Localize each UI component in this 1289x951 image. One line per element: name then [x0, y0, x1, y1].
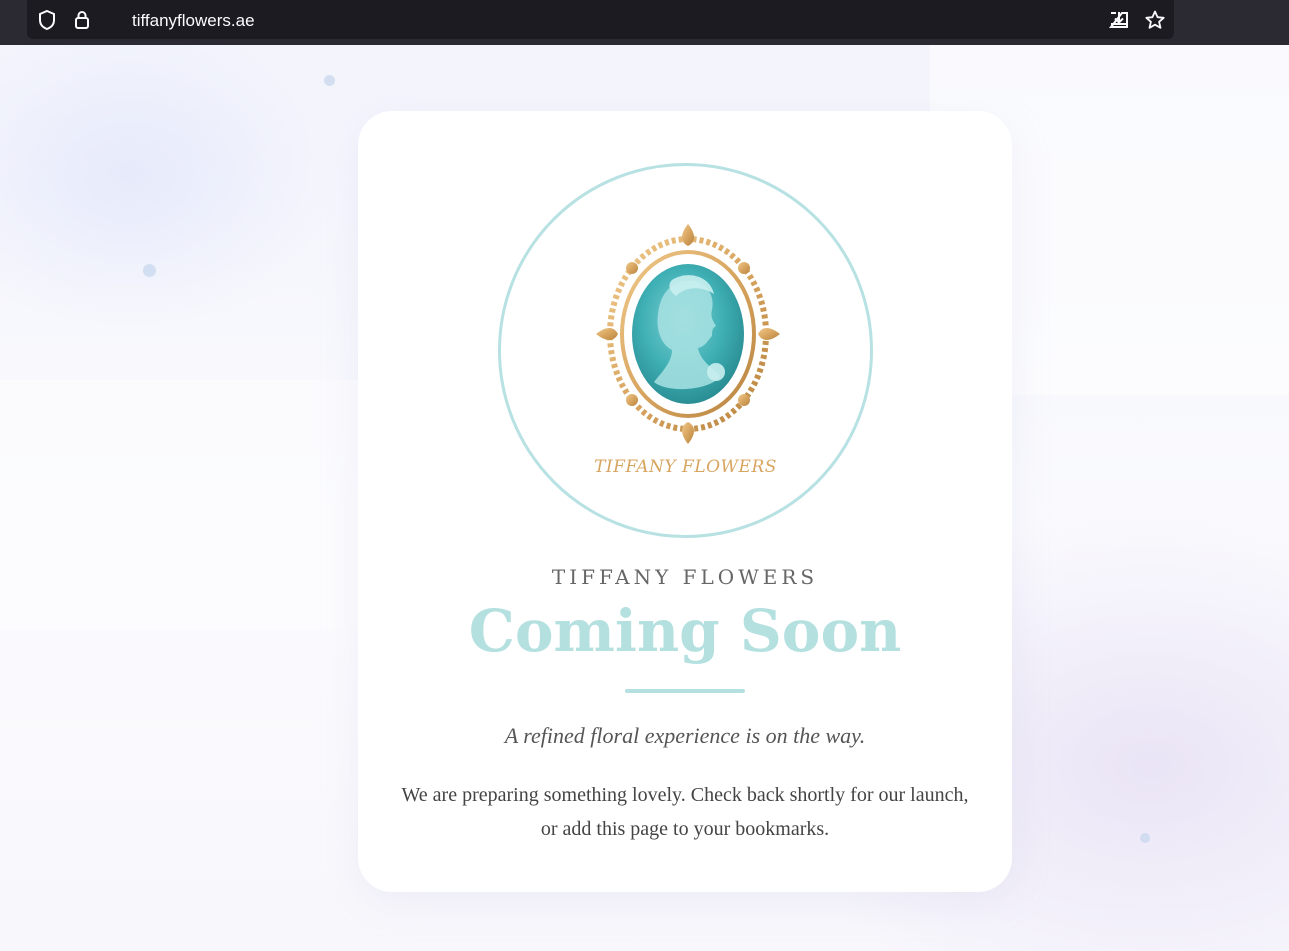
- address-bar[interactable]: tiffanyflowers.ae: [27, 0, 1174, 39]
- body-text: We are preparing something lovely. Check…: [401, 784, 969, 840]
- shield-icon[interactable]: [36, 9, 58, 31]
- tagline: A refined floral experience is on the wa…: [504, 723, 866, 748]
- cameo-logo-icon: [596, 224, 780, 444]
- star-icon[interactable]: [1144, 9, 1166, 31]
- decor-dot: [143, 264, 156, 277]
- lock-icon[interactable]: [71, 9, 93, 31]
- logo-wordmark: TIFFANY FLOWERS: [594, 457, 777, 477]
- decor-dot: [324, 75, 335, 86]
- decor-dot: [1140, 833, 1150, 843]
- divider: [625, 689, 745, 693]
- background-panel: [0, 380, 360, 630]
- page-title: Coming Soon: [468, 597, 902, 665]
- browser-toolbar: tiffanyflowers.ae: [0, 0, 1289, 45]
- brand-name: TIFFANY FLOWERS: [551, 565, 819, 589]
- coming-soon-card: TIFFANY FLOWERS TIFFANY FLOWERS Coming S…: [358, 111, 1012, 892]
- download-icon[interactable]: [1108, 9, 1130, 31]
- url-text[interactable]: tiffanyflowers.ae: [132, 10, 255, 32]
